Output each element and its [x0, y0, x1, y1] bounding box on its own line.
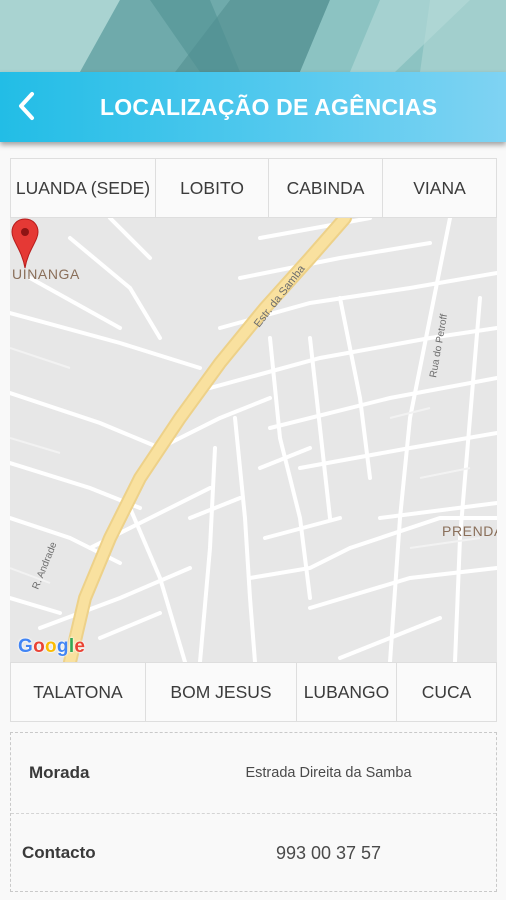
location-pin-icon[interactable] [10, 218, 40, 270]
agency-details: Morada Estrada Direita da Samba Contacto… [10, 732, 497, 892]
content-area: LUANDA (SEDE) LOBITO CABINDA VIANA UINAN… [0, 142, 506, 900]
agency-tabs-bottom: TALATONA BOM JESUS LUBANGO CUCA [10, 662, 497, 722]
tab-bom-jesus[interactable]: BOM JESUS [146, 662, 297, 722]
divider [11, 813, 496, 814]
contact-label: Contacto [22, 843, 96, 862]
chevron-left-icon [19, 92, 34, 120]
tab-luanda-sede[interactable]: LUANDA (SEDE) [10, 158, 156, 218]
agency-tabs-top: LUANDA (SEDE) LOBITO CABINDA VIANA [10, 158, 497, 218]
map-view[interactable]: UINANGA PRENDA Estr. da Samba Rua do Pet… [10, 218, 497, 662]
tab-viana[interactable]: VIANA [383, 158, 497, 218]
header-background [0, 0, 506, 72]
google-logo: Google [18, 636, 86, 657]
app-bar: LOCALIZAÇÃO DE AGÊNCIAS [0, 72, 506, 142]
contact-value: 993 00 37 57 [275, 843, 382, 863]
tab-cabinda[interactable]: CABINDA [269, 158, 383, 218]
page-title: LOCALIZAÇÃO DE AGÊNCIAS [100, 94, 438, 120]
tab-talatona[interactable]: TALATONA [10, 662, 146, 722]
tab-cuca[interactable]: CUCA [397, 662, 497, 722]
address-label: Morada [29, 763, 90, 782]
address-row: Morada Estrada Direita da Samba [11, 743, 496, 803]
address-value: Estrada Direita da Samba [245, 765, 412, 781]
contact-row: Contacto 993 00 37 57 [11, 823, 496, 883]
tab-lubango[interactable]: LUBANGO [297, 662, 397, 722]
map-label-area-2: PRENDA [442, 523, 497, 539]
back-button[interactable] [6, 84, 50, 128]
tab-lobito[interactable]: LOBITO [156, 158, 269, 218]
